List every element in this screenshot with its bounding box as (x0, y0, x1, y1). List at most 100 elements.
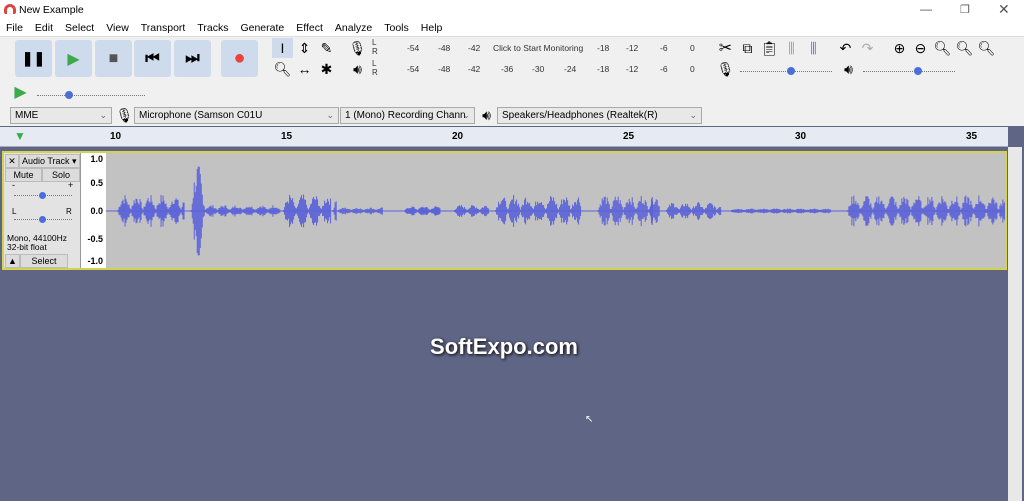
recording-device-select[interactable]: Microphone (Samson C01U ⌄ (134, 107, 339, 124)
menu-view[interactable]: View (100, 20, 135, 36)
multi-tool-icon[interactable]: ✱ (316, 59, 337, 79)
zoom-tool-icon[interactable]: 🔍︎ (272, 59, 293, 79)
meter-tick: -36 (501, 64, 514, 74)
scale-label: 0.5 (90, 178, 103, 188)
menu-analyze[interactable]: Analyze (329, 20, 378, 36)
track-name-menu[interactable]: Audio Track ▾ (19, 154, 80, 168)
record-button[interactable]: ● (221, 40, 258, 77)
meter-tick: -12 (626, 43, 639, 53)
fit-project-icon[interactable]: 🔍︎ (954, 38, 975, 58)
audio-host-select[interactable]: MME ⌄ (10, 107, 112, 124)
timeshift-tool-icon[interactable]: ↔ (294, 59, 315, 79)
zoom-out-icon[interactable]: ⊖ (910, 38, 931, 58)
close-button[interactable]: ✕ (998, 1, 1010, 18)
fit-selection-icon[interactable]: 🔍︎ (932, 38, 953, 58)
playback-device-select[interactable]: Speakers/Headphones (Realtek(R) ⌄ (497, 107, 702, 124)
microphone-icon: 🎙︎ (115, 106, 134, 123)
play-button[interactable]: ▶ (55, 40, 92, 77)
silence-icon[interactable]: ⫼ (803, 38, 824, 58)
amplitude-scale: 1.0 0.5 0.0 -0.5 -1.0 (81, 153, 106, 268)
mouse-cursor-icon: ↖ (585, 414, 594, 425)
solo-button[interactable]: Solo (42, 168, 80, 182)
record-meter-mic-icon[interactable]: 🎙︎ (347, 38, 368, 58)
menu-tools[interactable]: Tools (378, 20, 415, 36)
play-speed-slider[interactable] (37, 91, 145, 99)
meter-tick: 0 (690, 43, 695, 53)
gain-minus-label: - (12, 180, 15, 190)
record-meter[interactable]: LR -54 -48 -42 Click to Start Monitoring… (370, 38, 700, 58)
app-icon (4, 4, 16, 14)
play-at-speed-button[interactable]: ▶ (10, 82, 31, 102)
draw-tool-icon[interactable]: ✎ (316, 38, 337, 58)
playback-meter[interactable]: LR -54 -48 -42 -36 -30 -24 -18 -12 -6 0 (370, 59, 700, 79)
waveform[interactable] (106, 153, 1005, 268)
menu-help[interactable]: Help (415, 20, 449, 36)
meter-tick: -6 (660, 43, 668, 53)
restore-button[interactable]: ❐ (960, 3, 970, 16)
speaker-icon: 🔊︎ (482, 106, 491, 123)
play-volume-speaker-icon: 🔊︎ (844, 60, 853, 77)
scale-label: -1.0 (87, 256, 103, 266)
cut-icon[interactable]: ✂ (715, 38, 736, 58)
skip-to-end-button[interactable]: ⏭ (174, 40, 211, 77)
pan-left-label: L (12, 207, 17, 216)
ruler-label: 25 (623, 131, 635, 142)
ruler-label: 15 (281, 131, 293, 142)
gain-slider[interactable] (14, 192, 72, 199)
zoom-in-icon[interactable]: ⊕ (889, 38, 910, 58)
selection-tool-icon[interactable]: I (272, 38, 293, 58)
menu-tracks[interactable]: Tracks (191, 20, 234, 36)
paste-icon[interactable]: 📋︎ (759, 38, 780, 58)
scale-label: 0.0 (90, 206, 103, 216)
menu-file[interactable]: File (0, 20, 29, 36)
menu-select[interactable]: Select (59, 20, 100, 36)
copy-icon[interactable]: ⧉ (737, 38, 758, 58)
undo-icon[interactable]: ↶ (835, 38, 856, 58)
ruler-label: 30 (795, 131, 807, 142)
zoom-toggle-icon[interactable]: 🔍︎ (976, 38, 997, 58)
recording-channels-select[interactable]: 1 (Mono) Recording Chann ⌄ (340, 107, 475, 124)
rec-volume-slider[interactable] (740, 67, 832, 75)
meter-tick: -18 (597, 43, 610, 53)
timeline-ruler[interactable]: ▼ 10 15 20 25 30 35 (0, 127, 1008, 147)
meter-tick: -6 (660, 64, 668, 74)
window-title: New Example (19, 4, 84, 16)
mute-button[interactable]: Mute (5, 168, 42, 182)
meter-tick: -24 (564, 64, 577, 74)
track-control-panel: ✕ Audio Track ▾ Mute Solo - + L R Mono, … (4, 153, 81, 268)
vertical-scrollbar[interactable] (1008, 147, 1022, 501)
watermark: SoftExpo.com (430, 334, 578, 359)
menu-edit[interactable]: Edit (29, 20, 59, 36)
meter-tick: -18 (597, 64, 610, 74)
start-monitoring-link[interactable]: Click to Start Monitoring (493, 43, 583, 53)
ruler-label: 35 (966, 131, 978, 142)
menu-transport[interactable]: Transport (135, 20, 192, 36)
meter-tick: -48 (438, 43, 451, 53)
pan-slider[interactable] (14, 216, 72, 223)
pause-button[interactable]: ❚❚ (15, 40, 52, 77)
close-track-button[interactable]: ✕ (5, 154, 19, 168)
envelope-tool-icon[interactable]: ⇕ (294, 38, 315, 58)
stop-button[interactable]: ■ (95, 40, 132, 77)
meter-tick: -42 (468, 64, 481, 74)
scale-label: 1.0 (90, 154, 103, 164)
menu-bar: File Edit Select View Transport Tracks G… (0, 20, 1024, 36)
meter-tick: 0 (690, 64, 695, 74)
scale-label: -0.5 (87, 234, 103, 244)
redo-icon[interactable]: ↷ (857, 38, 878, 58)
minimize-button[interactable]: — (920, 2, 932, 16)
menu-generate[interactable]: Generate (234, 20, 290, 36)
menu-effect[interactable]: Effect (290, 20, 329, 36)
title-bar: New Example — ❐ ✕ (0, 0, 1024, 20)
meter-tick: -42 (468, 43, 481, 53)
rec-volume-mic-icon: 🎙︎ (716, 60, 735, 77)
trim-icon[interactable]: ⫼ (781, 38, 802, 58)
play-volume-slider[interactable] (863, 67, 955, 75)
track-bit-depth-info: 32-bit float (7, 242, 47, 252)
play-head-icon[interactable]: ▼ (14, 129, 26, 143)
skip-to-start-button[interactable]: ⏮ (134, 40, 171, 77)
meter-tick: -54 (407, 64, 420, 74)
select-track-button[interactable]: Select (20, 254, 68, 268)
play-meter-speaker-icon[interactable]: 🔊︎ (347, 59, 368, 79)
collapse-track-button[interactable]: ▲ (5, 254, 20, 268)
